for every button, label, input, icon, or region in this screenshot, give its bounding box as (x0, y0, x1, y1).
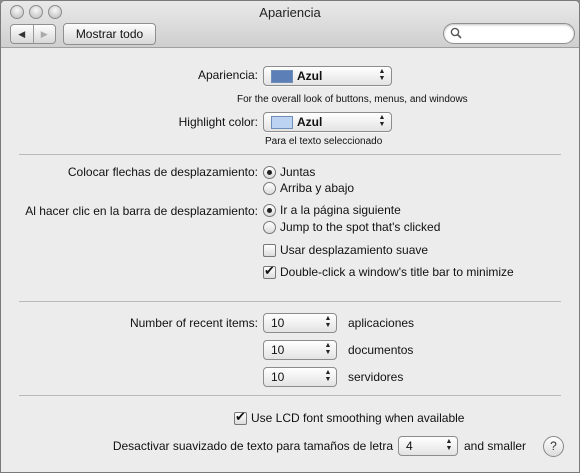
radio-scroll-arrows-together[interactable] (263, 166, 276, 179)
scroll-arrows-option-label: Juntas (280, 165, 316, 179)
scroll-click-label: Al hacer clic en la barra de desplazamie… (25, 204, 258, 218)
popup-arrows-icon: ▲ ▼ (378, 114, 386, 128)
recent-applications-label: aplicaciones (348, 316, 415, 330)
preferences-content: Apariencia: Azul ▲ ▼ For the overall look… (1, 48, 579, 472)
font-smoothing-suffix: and smaller (464, 439, 527, 453)
recent-documents-label: documentos (348, 343, 414, 357)
scroll-arrows-label: Colocar flechas de desplazamiento: (67, 165, 258, 179)
search-field[interactable] (443, 23, 575, 44)
scroll-click-option-label: Jump to the spot that's clicked (280, 220, 441, 234)
radio-scroll-arrows-top-bottom[interactable] (263, 182, 276, 195)
smooth-scrolling-label: Usar desplazamiento suave (280, 243, 429, 257)
highlight-swatch (271, 116, 293, 129)
forward-arrow-icon[interactable]: ▶ (34, 25, 56, 43)
font-smoothing-size-popup[interactable]: 4 ▲ ▼ (398, 436, 458, 456)
window-title: Apariencia (259, 5, 321, 20)
recent-servers-popup[interactable]: 10 ▲ ▼ (263, 367, 337, 387)
divider (19, 395, 561, 396)
smooth-scrolling-checkbox[interactable] (263, 244, 276, 257)
title-bar: Apariencia ◀ ▶ Mostrar todo (1, 1, 579, 48)
help-button[interactable]: ? (543, 436, 564, 457)
double-click-minimize-label: Double-click a window's title bar to min… (280, 265, 514, 279)
divider (19, 301, 561, 302)
lcd-smoothing-checkbox[interactable] (234, 409, 247, 425)
popup-arrows-icon: ▲ ▼ (324, 342, 332, 356)
recent-documents-value: 10 (271, 343, 285, 357)
preferences-window: Apariencia ◀ ▶ Mostrar todo Apariencia: … (0, 0, 580, 473)
show-all-button[interactable]: Mostrar todo (63, 23, 156, 45)
popup-arrows-icon: ▲ ▼ (445, 438, 453, 452)
recent-documents-popup[interactable]: 10 ▲ ▼ (263, 340, 337, 360)
appearance-value: Azul (297, 69, 323, 83)
font-smoothing-label: Desactivar suavizado de texto para tamañ… (112, 439, 393, 453)
search-icon (450, 27, 462, 39)
recent-applications-value: 10 (271, 316, 285, 330)
radio-scroll-click-jump[interactable] (263, 221, 276, 234)
divider (19, 154, 561, 155)
search-input[interactable] (464, 25, 568, 42)
recent-items-label: Number of recent items: (129, 316, 258, 330)
scroll-arrows-option-label: Arriba y abajo (280, 181, 355, 195)
appearance-popup[interactable]: Azul ▲ ▼ (263, 66, 392, 86)
scroll-click-option-label: Ir a la página siguiente (280, 203, 401, 217)
highlight-value: Azul (297, 115, 323, 129)
appearance-hint: For the overall look of buttons, menus, … (237, 94, 468, 105)
popup-arrows-icon: ▲ ▼ (378, 68, 386, 82)
appearance-label: Apariencia: (197, 68, 258, 82)
lcd-smoothing-label: Use LCD font smoothing when available (251, 411, 465, 425)
font-smoothing-size-value: 4 (406, 439, 413, 453)
appearance-swatch (271, 70, 293, 83)
highlight-hint: Para el texto seleccionado (265, 136, 383, 147)
recent-applications-popup[interactable]: 10 ▲ ▼ (263, 313, 337, 333)
double-click-minimize-checkbox[interactable] (263, 263, 276, 279)
recent-servers-label: servidores (348, 370, 404, 384)
back-arrow-icon[interactable]: ◀ (11, 25, 34, 43)
popup-arrows-icon: ▲ ▼ (324, 369, 332, 383)
nav-segment: ◀ ▶ (10, 24, 56, 44)
recent-servers-value: 10 (271, 370, 285, 384)
highlight-color-popup[interactable]: Azul ▲ ▼ (263, 112, 392, 132)
highlight-color-label: Highlight color: (178, 115, 258, 129)
radio-scroll-click-next-page[interactable] (263, 204, 276, 217)
popup-arrows-icon: ▲ ▼ (324, 315, 332, 329)
